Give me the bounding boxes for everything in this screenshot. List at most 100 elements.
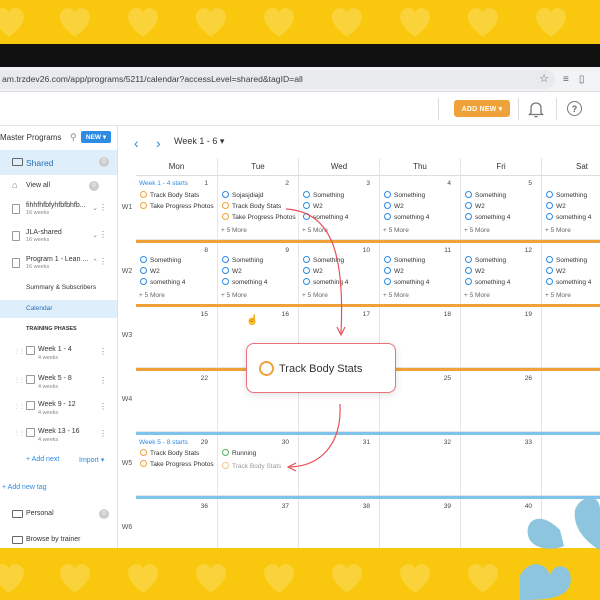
new-program-button[interactable]: NEW ▾ bbox=[81, 131, 111, 143]
calendar-event[interactable]: W2 bbox=[140, 267, 160, 275]
star-icon[interactable]: ☆ bbox=[539, 72, 549, 85]
calendar-event[interactable]: Something bbox=[384, 191, 425, 199]
sidebar-item-shared[interactable]: Shared 0 bbox=[0, 150, 117, 175]
more-events-link[interactable]: + 5 More bbox=[383, 292, 409, 299]
calendar-event[interactable]: Something bbox=[546, 256, 587, 264]
calendar-event[interactable]: W2 bbox=[546, 267, 566, 275]
drag-handle-icon[interactable]: ⋮⋮ bbox=[14, 377, 25, 384]
more-options-icon[interactable]: ⋮ bbox=[99, 203, 107, 212]
calendar-event[interactable]: Running bbox=[222, 449, 256, 457]
drag-handle-icon[interactable]: ⋮⋮ bbox=[14, 348, 25, 355]
search-icon[interactable]: ⚲ bbox=[70, 132, 77, 143]
add-next-phase-link[interactable]: + Add next bbox=[26, 456, 59, 463]
more-events-link[interactable]: + 5 More bbox=[545, 292, 571, 299]
more-events-link[interactable]: + 5 More bbox=[383, 227, 409, 234]
calendar-event[interactable]: Track Body Stats bbox=[140, 191, 199, 199]
day-cell[interactable]: 27 bbox=[542, 371, 600, 432]
more-options-icon[interactable]: ⋮ bbox=[99, 257, 107, 266]
calendar-event[interactable]: W2 bbox=[465, 202, 485, 210]
sidebar-item-personal[interactable]: Personal 0 bbox=[0, 508, 117, 522]
sidebar-item-summary[interactable]: Summary & Subscribers bbox=[0, 284, 117, 296]
day-cell[interactable]: 36 bbox=[136, 499, 218, 548]
drag-handle-icon[interactable]: ⋮⋮ bbox=[14, 430, 25, 437]
day-cell[interactable]: 2 Sojasjdiajd Track Body Stats Take Prog… bbox=[218, 176, 299, 240]
calendar-event[interactable]: Track Body Stats bbox=[140, 449, 199, 457]
sidebar-phase-item[interactable]: ⋮⋮ Week 9 - 12 4 weeks ⋮ bbox=[0, 397, 117, 421]
calendar-event[interactable]: Something bbox=[384, 256, 425, 264]
day-cell[interactable]: 15 bbox=[136, 307, 218, 368]
calendar-event[interactable]: Take Progress Photos bbox=[140, 202, 214, 210]
day-cell[interactable]: 12 Something W2 something 4 + 5 More bbox=[461, 243, 542, 305]
calendar-event[interactable]: Something bbox=[465, 191, 506, 199]
calendar-event[interactable]: Track Body Stats bbox=[222, 202, 281, 210]
day-cell[interactable]: 38 bbox=[299, 499, 380, 548]
calendar-event[interactable]: Something bbox=[222, 256, 263, 264]
day-cell[interactable]: 26 bbox=[461, 371, 542, 432]
chevron-up-icon[interactable]: ⌃ bbox=[92, 258, 98, 266]
day-cell[interactable]: 19 bbox=[461, 307, 542, 368]
calendar-event[interactable]: W2 bbox=[222, 267, 242, 275]
day-cell[interactable]: 32 bbox=[380, 435, 461, 496]
calendar-event[interactable]: Take Progress Photos bbox=[222, 213, 296, 221]
day-cell[interactable]: 37 bbox=[218, 499, 299, 548]
import-dropdown[interactable]: Import ▾ bbox=[79, 456, 104, 464]
more-events-link[interactable]: + 5 More bbox=[464, 292, 490, 299]
day-cell[interactable]: 8 Something W2 something 4 + 5 More bbox=[136, 243, 218, 305]
sidebar-phase-item[interactable]: ⋮⋮ Week 13 - 16 4 weeks ⋮ bbox=[0, 424, 117, 448]
day-cell[interactable]: 9 Something W2 something 4 + 5 More bbox=[218, 243, 299, 305]
calendar-event[interactable]: Take Progress Photos bbox=[140, 460, 214, 468]
calendar-event[interactable]: W2 bbox=[546, 202, 566, 210]
day-cell[interactable]: 41 bbox=[542, 499, 600, 548]
day-cell[interactable]: 4 Something W2 something 4 + 5 More bbox=[380, 176, 461, 240]
more-events-link[interactable]: + 5 More bbox=[464, 227, 490, 234]
calendar-event[interactable]: something 4 bbox=[546, 213, 591, 221]
add-new-tag-link[interactable]: + Add new tag bbox=[2, 484, 47, 491]
more-events-link[interactable]: + 5 More bbox=[139, 292, 165, 299]
more-options-icon[interactable]: ⋮ bbox=[99, 230, 107, 239]
calendar-event[interactable]: something 4 bbox=[384, 278, 429, 286]
chevron-down-icon[interactable]: ⌄ bbox=[92, 204, 98, 212]
day-cell[interactable]: 22 bbox=[136, 371, 218, 432]
day-cell[interactable]: 34 bbox=[542, 435, 600, 496]
sidebar-item-calendar[interactable]: Calendar bbox=[0, 300, 117, 318]
more-options-icon[interactable]: ⋮ bbox=[99, 376, 107, 385]
calendar-event[interactable]: something 4 bbox=[140, 278, 185, 286]
calendar-event[interactable]: W2 bbox=[384, 267, 404, 275]
add-new-button[interactable]: ADD NEW ▾ bbox=[454, 100, 510, 117]
calendar-event[interactable]: Sojasjdiajd bbox=[222, 191, 263, 199]
day-cell[interactable]: 33 bbox=[461, 435, 542, 496]
more-events-link[interactable]: + 5 More bbox=[545, 227, 571, 234]
calendar-event[interactable]: something 4 bbox=[465, 213, 510, 221]
sidebar-program-item[interactable]: Program 1 - Lean ... 16 weeks ⌃ ⋮ bbox=[0, 256, 117, 276]
calendar-event[interactable]: W2 bbox=[303, 202, 323, 210]
day-cell[interactable]: Week 1 - 4 starts 1 Track Body Stats Tak… bbox=[136, 176, 218, 240]
day-cell[interactable]: 20 bbox=[542, 307, 600, 368]
sidebar-program-item[interactable]: fihhfhfbfyhfbfbhfb... 16 weeks ⌄ ⋮ bbox=[0, 202, 117, 222]
calendar-event[interactable]: W2 bbox=[384, 202, 404, 210]
next-arrow-icon[interactable]: › bbox=[156, 135, 161, 151]
calendar-event[interactable]: W2 bbox=[303, 267, 323, 275]
day-cell[interactable]: 30 Running Track Body Stats bbox=[218, 435, 299, 496]
day-cell[interactable]: Week 5 - 8 starts 29 Track Body Stats Ta… bbox=[136, 435, 218, 496]
drag-handle-icon[interactable]: ⋮⋮ bbox=[14, 403, 25, 410]
help-icon[interactable]: ? bbox=[567, 101, 582, 116]
calendar-event[interactable]: W2 bbox=[465, 267, 485, 275]
sidebar-phase-item[interactable]: ⋮⋮ Week 1 - 4 4 weeks ⋮ bbox=[0, 342, 117, 366]
reading-list-icon[interactable]: ≡ bbox=[563, 74, 569, 85]
sidebar-phase-item[interactable]: ⋮⋮ Week 5 - 8 4 weeks ⋮ bbox=[0, 371, 117, 395]
calendar-event[interactable]: Something bbox=[465, 256, 506, 264]
day-cell[interactable]: 10 Something W2 something 4 + 5 More bbox=[299, 243, 380, 305]
day-cell[interactable]: 31 bbox=[299, 435, 380, 496]
more-options-icon[interactable]: ⋮ bbox=[99, 429, 107, 438]
chevron-down-icon[interactable]: ⌄ bbox=[92, 231, 98, 239]
day-cell[interactable]: 39 bbox=[380, 499, 461, 548]
more-events-link[interactable]: + 5 More bbox=[302, 292, 328, 299]
calendar-event[interactable]: something 4 bbox=[384, 213, 429, 221]
drag-preview-card[interactable]: Track Body Stats bbox=[246, 343, 396, 393]
bell-icon[interactable] bbox=[527, 100, 545, 118]
calendar-event[interactable]: Something bbox=[303, 256, 344, 264]
more-events-link[interactable]: + 5 More bbox=[302, 227, 328, 234]
sidebar-panel-icon[interactable]: ▯ bbox=[579, 74, 585, 85]
calendar-event[interactable]: something 4 bbox=[465, 278, 510, 286]
day-cell[interactable]: 13 Something W2 something 4 + 5 More bbox=[542, 243, 600, 305]
